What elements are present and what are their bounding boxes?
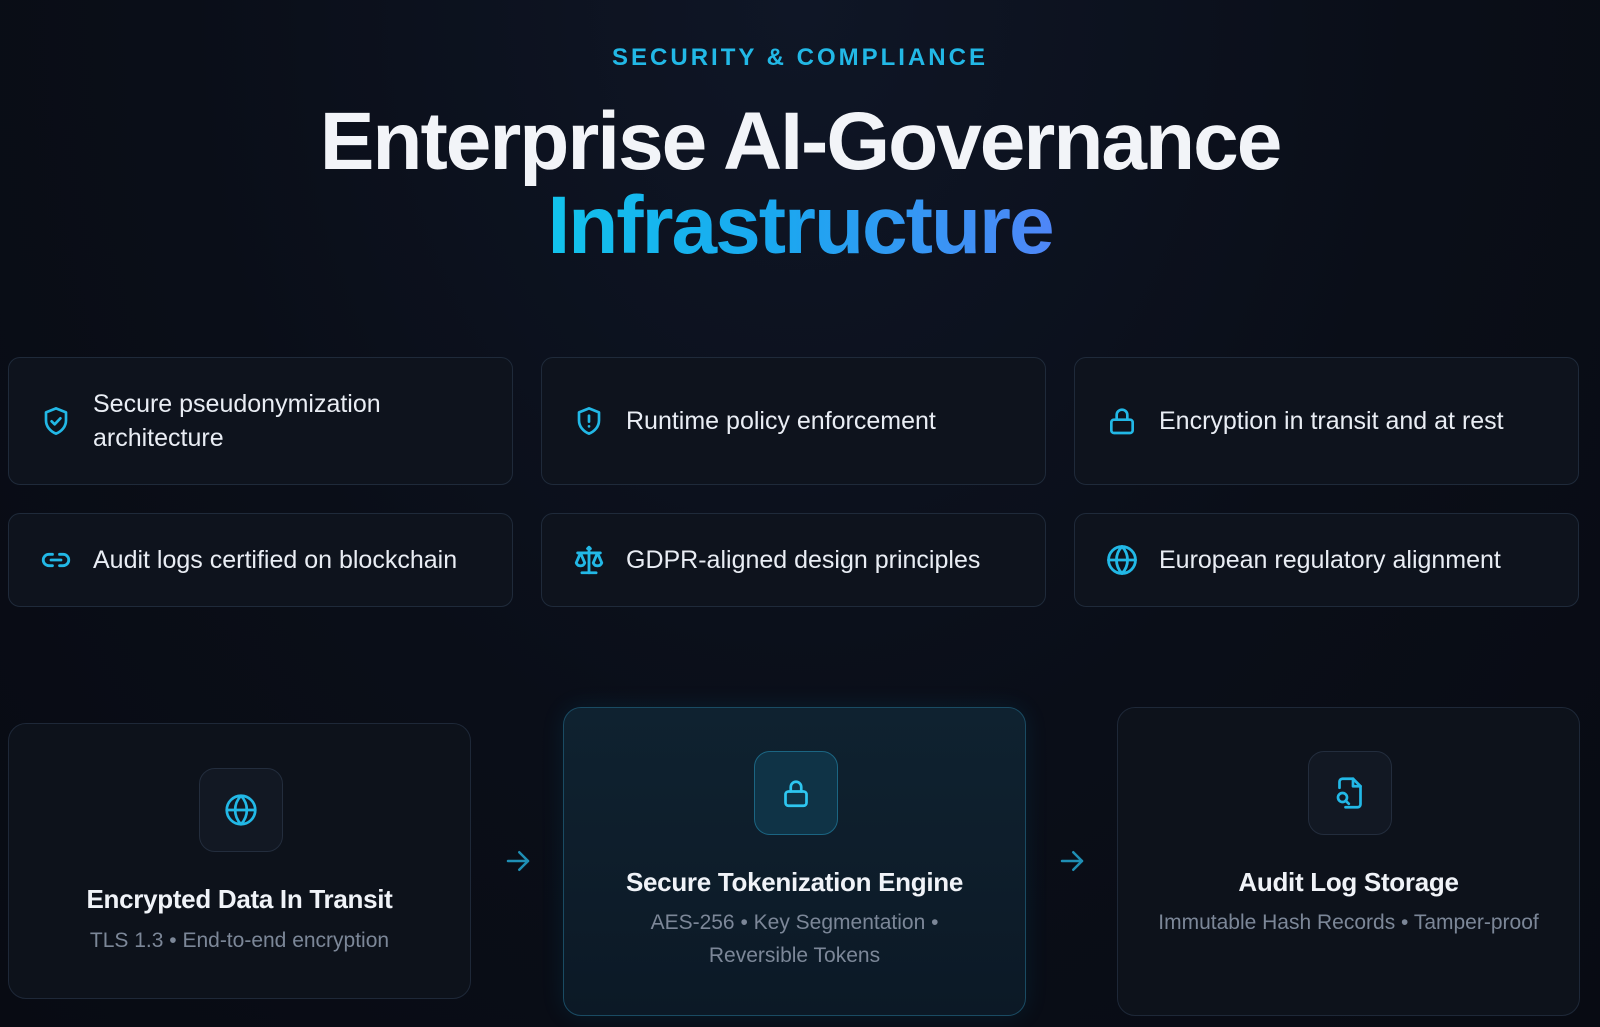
pipeline-subtitle: AES-256 • Key Segmentation • Reversible … xyxy=(650,911,939,967)
page-title-line1: Enterprise AI-Governance xyxy=(319,96,1283,187)
shield-alert-icon xyxy=(572,404,606,438)
feature-card-gdpr: GDPR-aligned design principles xyxy=(541,513,1046,607)
feature-card-encryption: Encryption in transit and at rest xyxy=(1074,357,1579,485)
globe-icon-tile xyxy=(199,768,283,852)
globe-icon xyxy=(1105,543,1139,577)
lock-icon xyxy=(1105,404,1139,438)
feature-card-pseudonymization: Secure pseudonymization architecture xyxy=(8,357,513,485)
section-eyebrow: SECURITY & COMPLIANCE xyxy=(612,44,988,71)
feature-label: Audit logs certified on blockchain xyxy=(93,546,458,574)
lock-icon-tile xyxy=(754,751,838,835)
globe-icon xyxy=(223,792,259,828)
scale-icon xyxy=(572,543,606,577)
feature-label: European regulatory alignment xyxy=(1159,546,1501,574)
pipeline-title: Audit Log Storage xyxy=(1238,867,1459,897)
pipeline-title: Encrypted Data In Transit xyxy=(86,884,393,914)
pipeline-card-tokenization: Secure Tokenization Engine AES-256 • Key… xyxy=(563,707,1026,1016)
page-title: Enterprise AI-Governance Infrastructure xyxy=(0,100,1600,268)
feature-label: Encryption in transit and at rest xyxy=(1159,407,1504,435)
pipeline-card-encrypted-transit: Encrypted Data In Transit TLS 1.3 • End-… xyxy=(8,723,471,999)
feature-label: GDPR-aligned design principles xyxy=(626,546,981,574)
shield-check-icon xyxy=(39,404,73,438)
pipeline-subtitle: Immutable Hash Records • Tamper-proof xyxy=(1158,911,1539,934)
arrow-right-icon xyxy=(506,851,530,871)
feature-card-audit-logs: Audit logs certified on blockchain xyxy=(8,513,513,607)
pipeline-title: Secure Tokenization Engine xyxy=(625,867,963,897)
page-title-line2: Infrastructure xyxy=(547,180,1054,271)
file-search-icon-tile xyxy=(1308,751,1392,835)
pipeline-subtitle: TLS 1.3 • End-to-end encryption xyxy=(89,929,390,952)
link-icon xyxy=(39,543,73,577)
feature-label: Runtime policy enforcement xyxy=(626,407,936,435)
feature-card-regulatory: European regulatory alignment xyxy=(1074,513,1579,607)
lock-icon xyxy=(778,775,814,811)
arrow-right-icon xyxy=(1060,851,1084,871)
pipeline-card-audit-storage: Audit Log Storage Immutable Hash Records… xyxy=(1117,707,1580,1016)
feature-label: Secure pseudonymization architecture xyxy=(93,390,381,452)
feature-card-runtime-policy: Runtime policy enforcement xyxy=(541,357,1046,485)
file-search-icon xyxy=(1332,775,1368,811)
feature-grid: Secure pseudonymization architecture Run… xyxy=(8,357,1581,607)
